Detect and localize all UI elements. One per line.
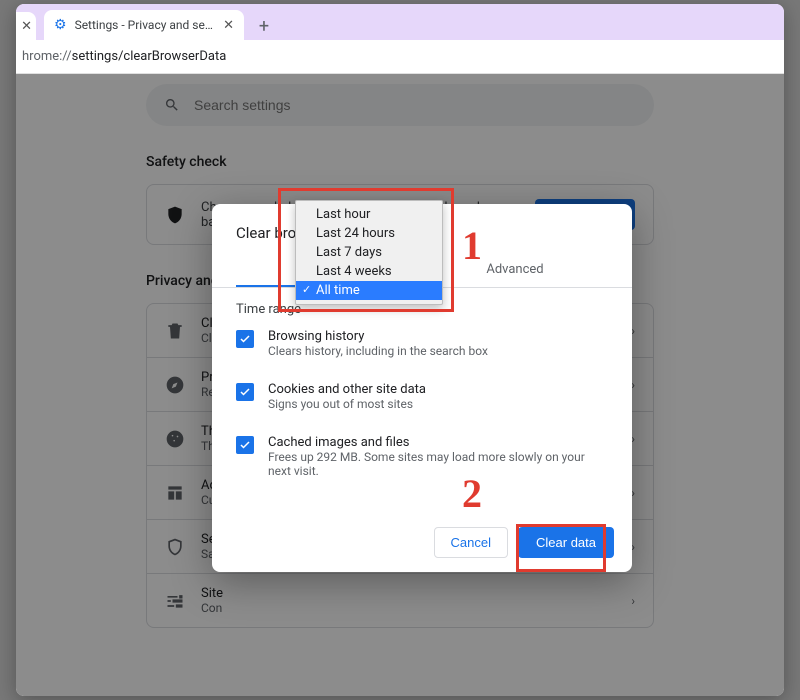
dropdown-option[interactable]: Last hour [296, 205, 442, 224]
check-sub: Frees up 292 MB. Some sites may load mor… [268, 450, 608, 478]
checkbox-row[interactable]: Cookies and other site dataSigns you out… [236, 370, 608, 423]
address-bar[interactable]: hrome://settings/clearBrowserData [16, 40, 784, 74]
clear-data-button[interactable]: Clear data [518, 527, 614, 558]
check-sub: Signs you out of most sites [268, 397, 426, 411]
check-title: Cached images and files [268, 435, 608, 450]
checkbox-row[interactable]: Cached images and filesFrees up 292 MB. … [236, 423, 608, 490]
dropdown-option-selected[interactable]: All time [296, 281, 442, 300]
tab-strip: ✕ ⚙ Settings - Privacy and securit ✕ + [16, 4, 784, 40]
dropdown-option[interactable]: Last 24 hours [296, 224, 442, 243]
tab-advanced[interactable]: Advanced [422, 252, 608, 287]
cancel-button[interactable]: Cancel [434, 527, 508, 558]
time-range-dropdown[interactable]: Last hour Last 24 hours Last 7 days Last… [295, 200, 443, 305]
checkbox-checked-icon[interactable] [236, 383, 254, 401]
gear-icon: ⚙ [54, 17, 67, 33]
dropdown-option[interactable]: Last 7 days [296, 243, 442, 262]
url-display: hrome://settings/clearBrowserData [20, 49, 226, 64]
check-sub: Clears history, including in the search … [268, 344, 488, 358]
previous-tab-edge[interactable]: ✕ [16, 12, 36, 40]
close-icon[interactable]: ✕ [21, 19, 32, 34]
check-title: Cookies and other site data [268, 382, 426, 397]
check-title: Browsing history [268, 329, 488, 344]
tab-title: Settings - Privacy and securit [75, 18, 215, 32]
close-icon[interactable]: ✕ [223, 18, 234, 33]
annotation-number-1: 1 [462, 222, 482, 269]
checkbox-row[interactable]: Browsing historyClears history, includin… [236, 317, 608, 370]
checkbox-checked-icon[interactable] [236, 436, 254, 454]
time-range-label: Time range [236, 302, 301, 317]
browser-tab[interactable]: ⚙ Settings - Privacy and securit ✕ [44, 10, 244, 40]
new-tab-button[interactable]: + [250, 12, 278, 40]
annotation-number-2: 2 [462, 470, 482, 517]
dropdown-option[interactable]: Last 4 weeks [296, 262, 442, 281]
checkbox-checked-icon[interactable] [236, 330, 254, 348]
